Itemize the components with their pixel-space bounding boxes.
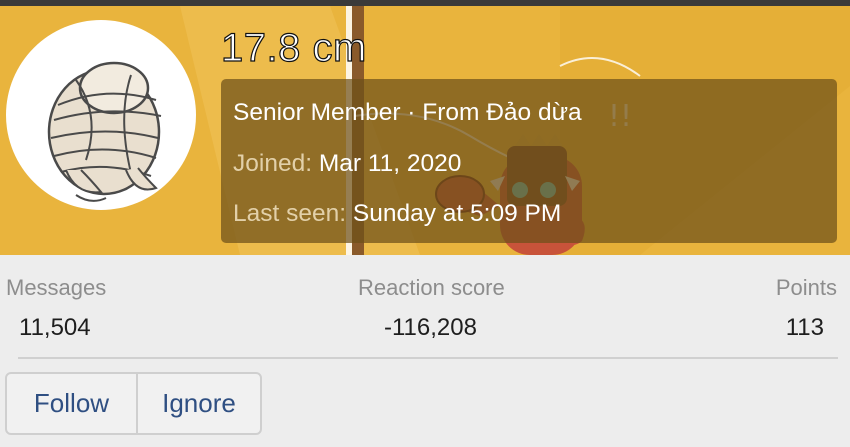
- stat-reaction-score-value[interactable]: -116,208: [384, 314, 477, 342]
- joined-value: Mar 11, 2020: [318, 150, 462, 177]
- stat-messages-label: Messages: [6, 275, 107, 300]
- member-info-box: Senior Member · From Đảo dừa Joined: Mar…: [221, 79, 837, 243]
- last-seen-label: Last seen:: [233, 200, 347, 227]
- user-avatar[interactable]: [6, 20, 196, 210]
- profile-action-buttons: Follow Ignore: [5, 372, 262, 435]
- last-seen-value[interactable]: Sunday at 5:09 PM: [353, 200, 561, 227]
- stats-divider: [18, 357, 838, 359]
- bandaged-figure-icon: [47, 61, 162, 202]
- stat-points-value[interactable]: 113: [786, 314, 824, 342]
- joined-line: Joined: Mar 11, 2020: [233, 150, 461, 178]
- stat-points-label: Points: [775, 275, 837, 300]
- last-seen-line: Last seen: Sunday at 5:09 PM: [233, 200, 561, 228]
- ignore-button[interactable]: Ignore: [138, 374, 260, 433]
- joined-label: Joined:: [233, 150, 313, 177]
- follow-button[interactable]: Follow: [7, 374, 138, 433]
- username: 17.8 cm: [220, 25, 367, 70]
- member-title-line: Senior Member · From Đảo dừa: [233, 99, 582, 126]
- profile-banner: !! 17.8 cm Senior Member · Fro: [0, 6, 850, 255]
- stat-messages-value[interactable]: 11,504: [19, 314, 91, 342]
- stat-reaction-score-label: Reaction score: [358, 275, 505, 300]
